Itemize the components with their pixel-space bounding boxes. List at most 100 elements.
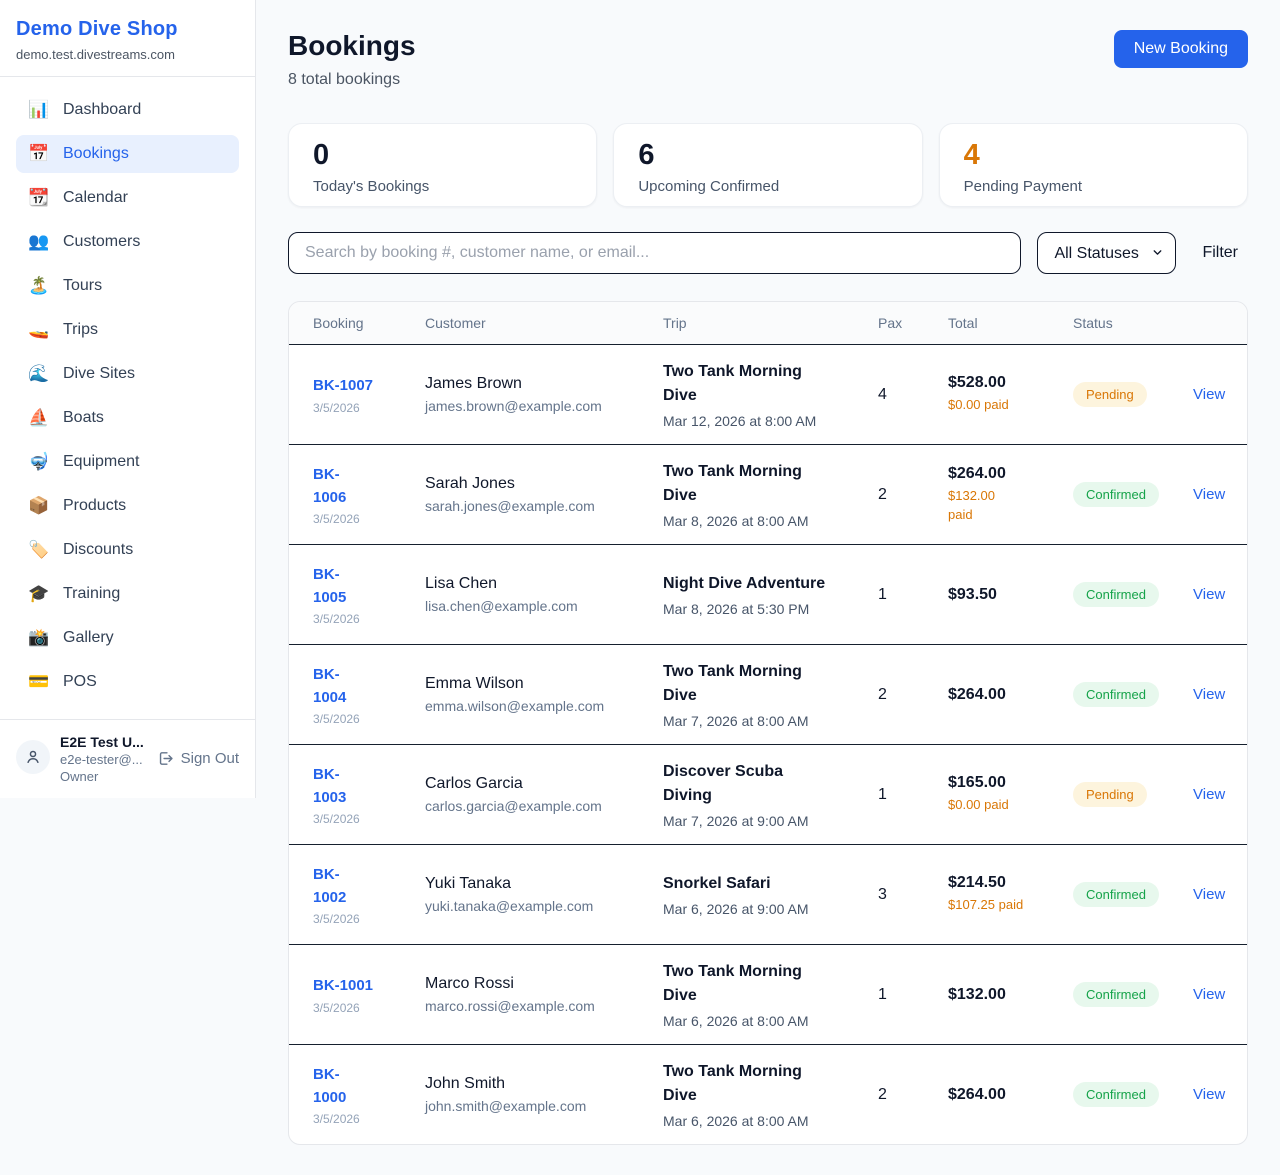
- sidebar-item-bookings[interactable]: 📅 Bookings: [16, 135, 239, 173]
- sidebar-item-dive-sites[interactable]: 🌊 Dive Sites: [16, 355, 239, 393]
- sidebar-item-label: Bookings: [63, 145, 129, 163]
- customer-cell: James Brown james.brown@example.com: [425, 375, 663, 414]
- customer-cell: Marco Rossi marco.rossi@example.com: [425, 975, 663, 1014]
- sidebar-item-trips[interactable]: 🚤 Trips: [16, 311, 239, 349]
- booking-id-link[interactable]: BK- 1003: [313, 763, 425, 810]
- filter-button[interactable]: Filter: [1192, 244, 1248, 262]
- sidebar-item-label: Products: [63, 497, 126, 515]
- customer-cell: John Smith john.smith@example.com: [425, 1075, 663, 1114]
- table-row: BK- 1005 3/5/2026 Lisa Chen lisa.chen@ex…: [289, 544, 1247, 644]
- view-link[interactable]: View: [1193, 1086, 1225, 1103]
- trip-cell: Two Tank Morning Dive Mar 7, 2026 at 8:0…: [663, 660, 878, 729]
- total-cell: $264.00: [948, 686, 1073, 704]
- gallery-icon: 📸: [28, 628, 50, 648]
- status-select[interactable]: All Statuses: [1037, 232, 1176, 274]
- view-link[interactable]: View: [1193, 786, 1225, 803]
- sidebar-item-gallery[interactable]: 📸 Gallery: [16, 619, 239, 657]
- view-link[interactable]: View: [1193, 686, 1225, 703]
- tours-icon: 🏝️: [28, 276, 50, 296]
- view-link[interactable]: View: [1193, 386, 1225, 403]
- sidebar-item-discounts[interactable]: 🏷️ Discounts: [16, 531, 239, 569]
- bookings-icon: 📅: [28, 144, 50, 164]
- booking-id-link[interactable]: BK-1007: [313, 374, 425, 397]
- actions-cell: View: [1193, 986, 1225, 1004]
- sidebar-item-label: Calendar: [63, 189, 128, 207]
- customer-cell: Sarah Jones sarah.jones@example.com: [425, 475, 663, 514]
- trip-datetime: Mar 8, 2026 at 5:30 PM: [663, 601, 878, 617]
- status-cell: Confirmed: [1073, 1082, 1193, 1107]
- booking-cell: BK- 1003 3/5/2026: [313, 763, 425, 827]
- sign-out-button[interactable]: Sign Out: [157, 750, 239, 767]
- status-badge: Pending: [1073, 382, 1147, 407]
- sidebar-item-products[interactable]: 📦 Products: [16, 487, 239, 525]
- brand-title: Demo Dive Shop: [16, 18, 239, 41]
- new-booking-button[interactable]: New Booking: [1114, 30, 1248, 68]
- sidebar-item-calendar[interactable]: 📆 Calendar: [16, 179, 239, 217]
- customer-email: john.smith@example.com: [425, 1098, 663, 1114]
- total-amount: $528.00: [948, 374, 1073, 392]
- table-row: BK- 1003 3/5/2026 Carlos Garcia carlos.g…: [289, 744, 1247, 844]
- dashboard-icon: 📊: [28, 100, 50, 120]
- filter-row: All Statuses Filter: [288, 232, 1248, 274]
- trip-datetime: Mar 7, 2026 at 8:00 AM: [663, 713, 878, 729]
- col-header-customer: Customer: [425, 315, 663, 331]
- total-cell: $528.00 $0.00 paid: [948, 374, 1073, 415]
- sidebar-item-training[interactable]: 🎓 Training: [16, 575, 239, 613]
- booking-id-link[interactable]: BK-1001: [313, 974, 425, 997]
- table-body: BK-1007 3/5/2026 James Brown james.brown…: [289, 344, 1247, 1144]
- pax-cell: 2: [878, 686, 948, 704]
- trip-name: Two Tank Morning Dive: [663, 460, 835, 508]
- status-cell: Confirmed: [1073, 482, 1193, 507]
- view-link[interactable]: View: [1193, 886, 1225, 903]
- sidebar-item-tours[interactable]: 🏝️ Tours: [16, 267, 239, 305]
- status-badge: Confirmed: [1073, 482, 1159, 507]
- search-input[interactable]: [288, 232, 1021, 274]
- booking-id-link[interactable]: BK- 1005: [313, 563, 425, 610]
- sidebar-nav: 📊 Dashboard 📅 Bookings 📆 Calendar 👥 Cust…: [0, 77, 255, 719]
- trip-name: Two Tank Morning Dive: [663, 660, 835, 708]
- sidebar-item-boats[interactable]: ⛵ Boats: [16, 399, 239, 437]
- booking-id-link[interactable]: BK- 1006: [313, 463, 425, 510]
- sidebar-item-label: Tours: [63, 277, 102, 295]
- equipment-icon: 🤿: [28, 452, 50, 472]
- stat-card: 0 Today's Bookings: [288, 123, 597, 207]
- main-content: Bookings 8 total bookings New Booking 0 …: [256, 0, 1280, 1175]
- sidebar-item-dashboard[interactable]: 📊 Dashboard: [16, 91, 239, 129]
- booking-id-link[interactable]: BK- 1000: [313, 1063, 425, 1110]
- trip-name: Discover Scuba Diving: [663, 760, 835, 808]
- sidebar-item-pos[interactable]: 💳 POS: [16, 663, 239, 701]
- paid-amount: $107.25 paid: [948, 896, 1073, 915]
- sidebar-item-equipment[interactable]: 🤿 Equipment: [16, 443, 239, 481]
- pos-icon: 💳: [28, 672, 50, 692]
- sidebar-item-customers[interactable]: 👥 Customers: [16, 223, 239, 261]
- view-link[interactable]: View: [1193, 986, 1225, 1003]
- trip-cell: Night Dive Adventure Mar 8, 2026 at 5:30…: [663, 572, 878, 617]
- total-amount: $132.00: [948, 986, 1073, 1004]
- view-link[interactable]: View: [1193, 586, 1225, 603]
- table-row: BK- 1002 3/5/2026 Yuki Tanaka yuki.tanak…: [289, 844, 1247, 944]
- bookings-table: Booking Customer Trip Pax Total Status B…: [288, 301, 1248, 1145]
- status-cell: Confirmed: [1073, 582, 1193, 607]
- sidebar-item-label: Customers: [63, 233, 140, 251]
- page-header: Bookings 8 total bookings New Booking: [288, 30, 1248, 89]
- sidebar-item-label: Boats: [63, 409, 104, 427]
- dive-sites-icon: 🌊: [28, 364, 50, 384]
- view-link[interactable]: View: [1193, 486, 1225, 503]
- actions-cell: View: [1193, 486, 1225, 504]
- actions-cell: View: [1193, 1086, 1225, 1104]
- booking-id-link[interactable]: BK- 1002: [313, 863, 425, 910]
- total-cell: $165.00 $0.00 paid: [948, 774, 1073, 815]
- col-header-status: Status: [1073, 315, 1193, 331]
- sidebar-item-label: Discounts: [63, 541, 133, 559]
- table-row: BK- 1000 3/5/2026 John Smith john.smith@…: [289, 1044, 1247, 1144]
- pax-cell: 1: [878, 786, 948, 804]
- sign-out-label: Sign Out: [181, 750, 239, 767]
- total-amount: $165.00: [948, 774, 1073, 792]
- paid-amount: $0.00 paid: [948, 396, 1073, 415]
- stat-value: 0: [313, 140, 572, 172]
- booking-id-link[interactable]: BK- 1004: [313, 663, 425, 710]
- customer-email: yuki.tanaka@example.com: [425, 898, 663, 914]
- booking-date: 3/5/2026: [313, 401, 425, 415]
- avatar: [16, 740, 50, 774]
- status-badge: Confirmed: [1073, 682, 1159, 707]
